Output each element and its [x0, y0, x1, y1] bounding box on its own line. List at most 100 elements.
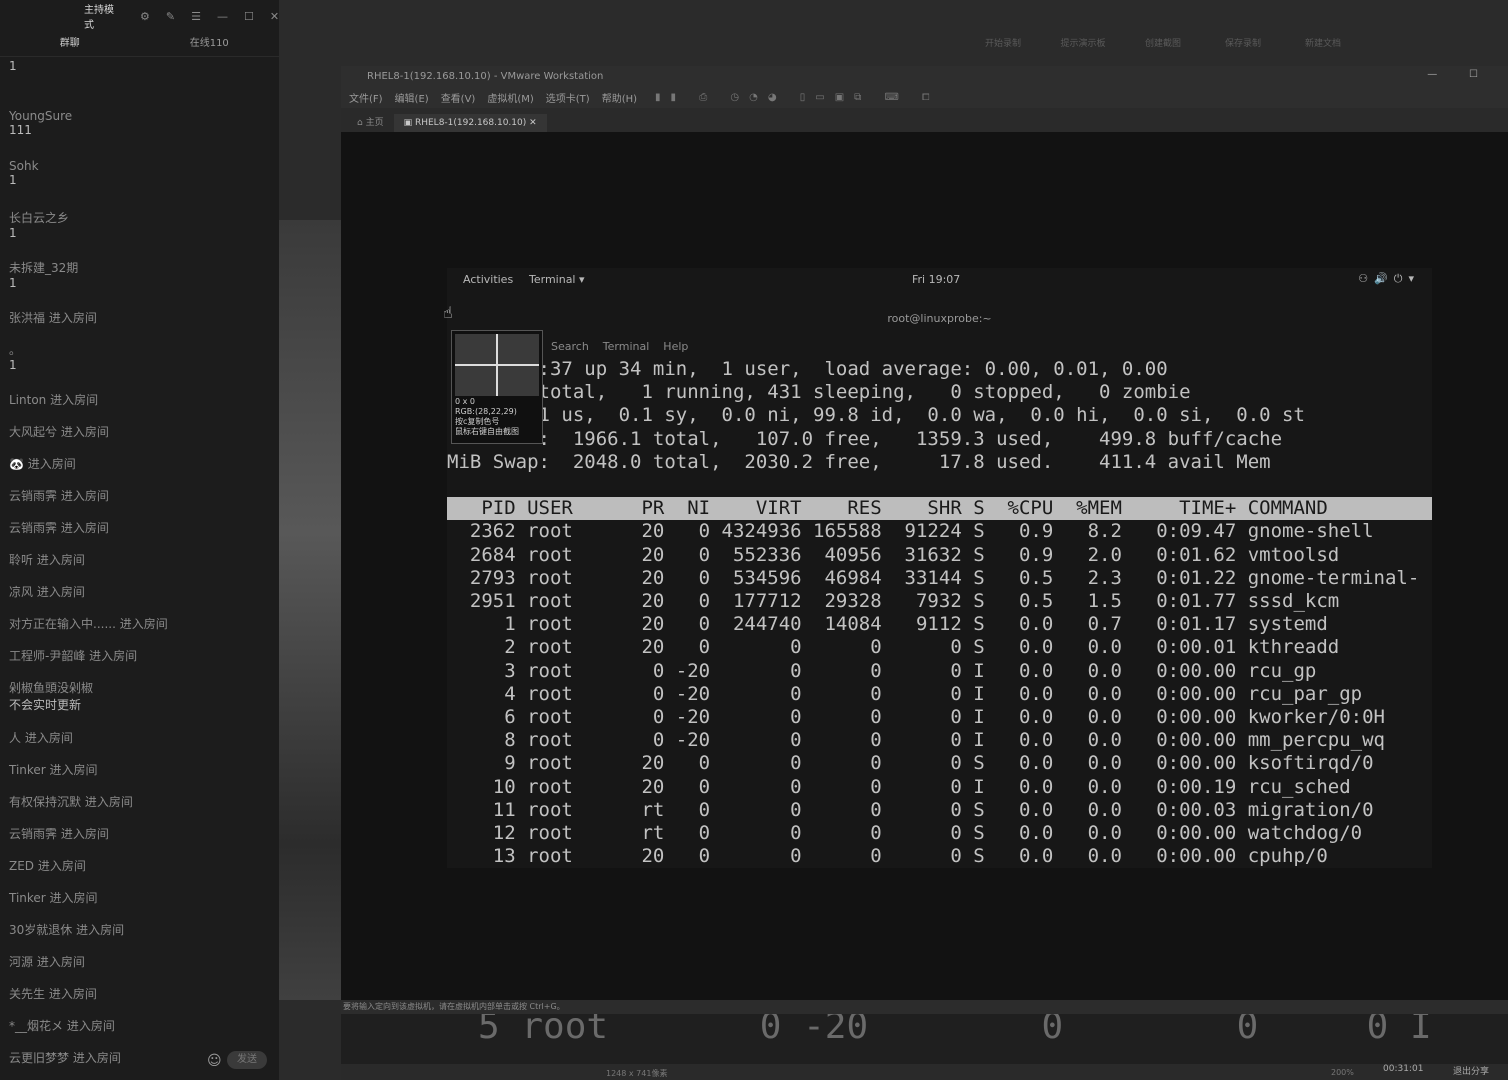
gnome-topbar: Activities Terminal ▾ Fri 19:07 ⚇🔊⏻▾	[447, 268, 1432, 290]
chat-entry-name: Tinker 进入房间	[9, 891, 98, 905]
table-row: 2362 root 20 0 4324936 165588 91224 S 0.…	[447, 520, 1374, 543]
hand-cursor-icon: ☝	[443, 303, 453, 322]
guest-desktop[interactable]: Activities Terminal ▾ Fri 19:07 ⚇🔊⏻▾ roo…	[447, 268, 1432, 868]
chat-entry-text: 1	[9, 59, 17, 73]
list-item: 河源 进入房间	[9, 951, 279, 983]
color-picker-magnifier: 0 x 0 RGB:(28,22,29) 按c复制色号 鼠标右键自由截图	[451, 330, 543, 444]
menu-file[interactable]: 文件(F)	[349, 90, 383, 105]
list-item: 大风起兮 进入房间	[9, 421, 279, 453]
table-row: 6 root 0 -20 0 0 0 I 0.0 0.0 0:00.00 kwo…	[447, 706, 1385, 729]
toolbar-screenshot-button[interactable]: 创建截图	[1139, 36, 1187, 49]
toolbar-record-button[interactable]: 开始录制	[979, 36, 1027, 49]
chat-entry-name: 凉风 进入房间	[9, 585, 85, 599]
table-row: 2684 root 20 0 552336 40956 31632 S 0.9 …	[447, 543, 1340, 566]
list-item: YoungSure 111	[9, 107, 279, 157]
chat-entry-name: YoungSure	[9, 109, 73, 123]
table-row: 12 root rt 0 0 0 0 S 0.0 0.0 0:00.00 wat…	[447, 822, 1363, 845]
menu-help-terminal[interactable]: Help	[663, 340, 688, 353]
toolbar-save-button[interactable]: 保存录制	[1219, 36, 1267, 49]
chat-message-list[interactable]: 1 YoungSure 111 Sohk 1 长白云之乡 1 未拆建_32期 1 张洪福 进入房间…	[0, 57, 279, 1080]
toolbar-icons[interactable]: ▮▮ ⎙ ◷◔◕ ▯▭▣⧉ ⌨ ⧠	[655, 92, 939, 103]
tab-home[interactable]: ⌂ 主页	[347, 111, 394, 132]
menu-icon[interactable]: ☰	[191, 10, 201, 23]
settings-icon[interactable]: ⚙	[140, 10, 150, 23]
edit-icon[interactable]: ✎	[166, 10, 175, 23]
chat-entry-text: 1	[9, 173, 17, 187]
chat-entry-name: 河源 进入房间	[9, 955, 85, 969]
menu-view[interactable]: 查看(V)	[441, 90, 476, 105]
share-timer: 00:31:01	[1383, 1064, 1424, 1074]
tab-vm-label: RHEL8-1(192.168.10.10)	[414, 118, 527, 128]
chat-panel: 主持模式 ⚙ ✎ ☰ — ☐ ✕ 群聊 在线110 1 YoungSure 111 S…	[0, 0, 279, 1080]
menu-help[interactable]: 帮助(H)	[602, 90, 637, 105]
system-tray-icons[interactable]: ⚇🔊⏻▾	[1358, 272, 1420, 286]
list-item: Linton 进入房间	[9, 389, 279, 421]
chat-entry-name: 🐼 进入房间	[9, 457, 76, 471]
toolbar-board-button[interactable]: 提示演示板	[1059, 36, 1107, 49]
chat-entry-name: 有权保持沉默 进入房间	[9, 795, 133, 809]
zoom-level: 200%	[1331, 1068, 1354, 1077]
magnifier-hint-shot: 鼠标右键自由截图	[455, 427, 519, 436]
chat-entry-name: 人 进入房间	[9, 731, 73, 745]
list-item: 30岁就退休 进入房间	[9, 919, 279, 951]
tab-online[interactable]: 在线110	[140, 32, 280, 56]
menu-tabs[interactable]: 选项卡(T)	[546, 90, 590, 105]
window-controls[interactable]: — ☐	[1427, 69, 1478, 80]
terminal-title: root@linuxprobe:~	[887, 312, 992, 325]
terminal-output[interactable]: :07:37 up 34 min, 1 user, load average: …	[447, 358, 1432, 868]
chat-entry-name: 云销雨霁 进入房间	[9, 827, 109, 841]
menu-terminal[interactable]: Terminal	[603, 340, 650, 353]
clock[interactable]: Fri 19:07	[912, 273, 960, 286]
chat-entry-name: 大风起兮 进入房间	[9, 425, 109, 439]
list-item: Sohk 1	[9, 157, 279, 207]
list-item: 剁椒鱼頭没剁椒 不会实时更新	[9, 677, 279, 727]
activities-button[interactable]: Activities	[463, 273, 513, 286]
terminal-app-menu[interactable]: Terminal ▾	[529, 273, 585, 286]
toolbar-newdoc-button[interactable]: 新建文档	[1299, 36, 1347, 49]
list-item: 。 1	[9, 339, 279, 389]
chat-entry-name: *__烟花メ 进入房间	[9, 1019, 115, 1033]
exit-share-button[interactable]: 退出分享	[1453, 1064, 1489, 1077]
table-row: 2793 root 20 0 534596 46984 33144 S 0.5 …	[447, 566, 1420, 589]
menu-vm[interactable]: 虚拟机(M)	[487, 90, 533, 105]
zoomed-echo-text: 5 root 0 -20 0 0 0 I	[413, 1014, 1432, 1047]
table-row: 13 root 20 0 0 0 0 S 0.0 0.0 0:00.00 cpu…	[447, 845, 1328, 868]
menu-edit[interactable]: 编辑(E)	[395, 90, 429, 105]
list-item: 张洪福 进入房间	[9, 307, 279, 339]
chat-entry-name: 云销雨霁 进入房间	[9, 521, 109, 535]
list-item: 关先生 进入房间	[9, 983, 279, 1015]
chat-entry-name: 未拆建_32期	[9, 261, 79, 275]
top-summary-line: 32 total, 1 running, 431 sleeping, 0 sto…	[447, 381, 1191, 404]
vmware-tabbar: ⌂ 主页 ▣ RHEL8-1(192.168.10.10) ✕	[341, 108, 1508, 132]
list-item: 对方正在输入中...... 进入房间	[9, 613, 279, 645]
list-item: 凉风 进入房间	[9, 581, 279, 613]
close-icon[interactable]: ✕	[270, 10, 279, 23]
top-summary-line: :07:37 up 34 min, 1 user, load average: …	[447, 358, 1168, 380]
chat-entry-name: ZED 进入房间	[9, 859, 86, 873]
tab-vm[interactable]: ▣ RHEL8-1(192.168.10.10) ✕	[393, 114, 547, 132]
chat-entry-name: Sohk	[9, 159, 39, 173]
chat-entry-text: 不会实时更新	[9, 698, 82, 712]
maximize-icon[interactable]: ☐	[244, 10, 254, 23]
process-table-header: PID USER PR NI VIRT RES SHR S %CPU %MEM …	[447, 497, 1432, 521]
top-summary-line: MiB Swap: 2048.0 total, 2030.2 free, 17.…	[447, 450, 1271, 473]
chat-entry-name: 张洪福 进入房间	[9, 311, 97, 325]
minimize-icon[interactable]: —	[217, 10, 228, 23]
chat-entry-name: 关先生 进入房间	[9, 987, 97, 1001]
terminal-menubar: Search Terminal Help	[551, 340, 688, 353]
chat-entry-name: Linton 进入房间	[9, 393, 99, 407]
tab-group-chat[interactable]: 群聊	[0, 32, 140, 56]
table-row: 2 root 20 0 0 0 0 S 0.0 0.0 0:00.01 kthr…	[447, 636, 1340, 659]
chat-entry-text: 111	[9, 123, 32, 137]
table-row: 2951 root 20 0 177712 29328 7932 S 0.5 1…	[447, 590, 1340, 613]
chat-entry-name: 30岁就退休 进入房间	[9, 923, 125, 937]
chat-entry-name: 长白云之乡	[9, 211, 70, 225]
list-item: 长白云之乡 1	[9, 207, 279, 257]
table-row: 3 root 0 -20 0 0 0 I 0.0 0.0 0:00.00 rcu…	[447, 659, 1317, 682]
emoji-icon[interactable]: ☺	[207, 1053, 222, 1069]
send-button[interactable]: 发送	[227, 1051, 267, 1069]
magnifier-hint-copy: 按c复制色号	[455, 417, 500, 426]
menu-search[interactable]: Search	[551, 340, 589, 353]
chat-entry-text: 1	[9, 226, 17, 240]
